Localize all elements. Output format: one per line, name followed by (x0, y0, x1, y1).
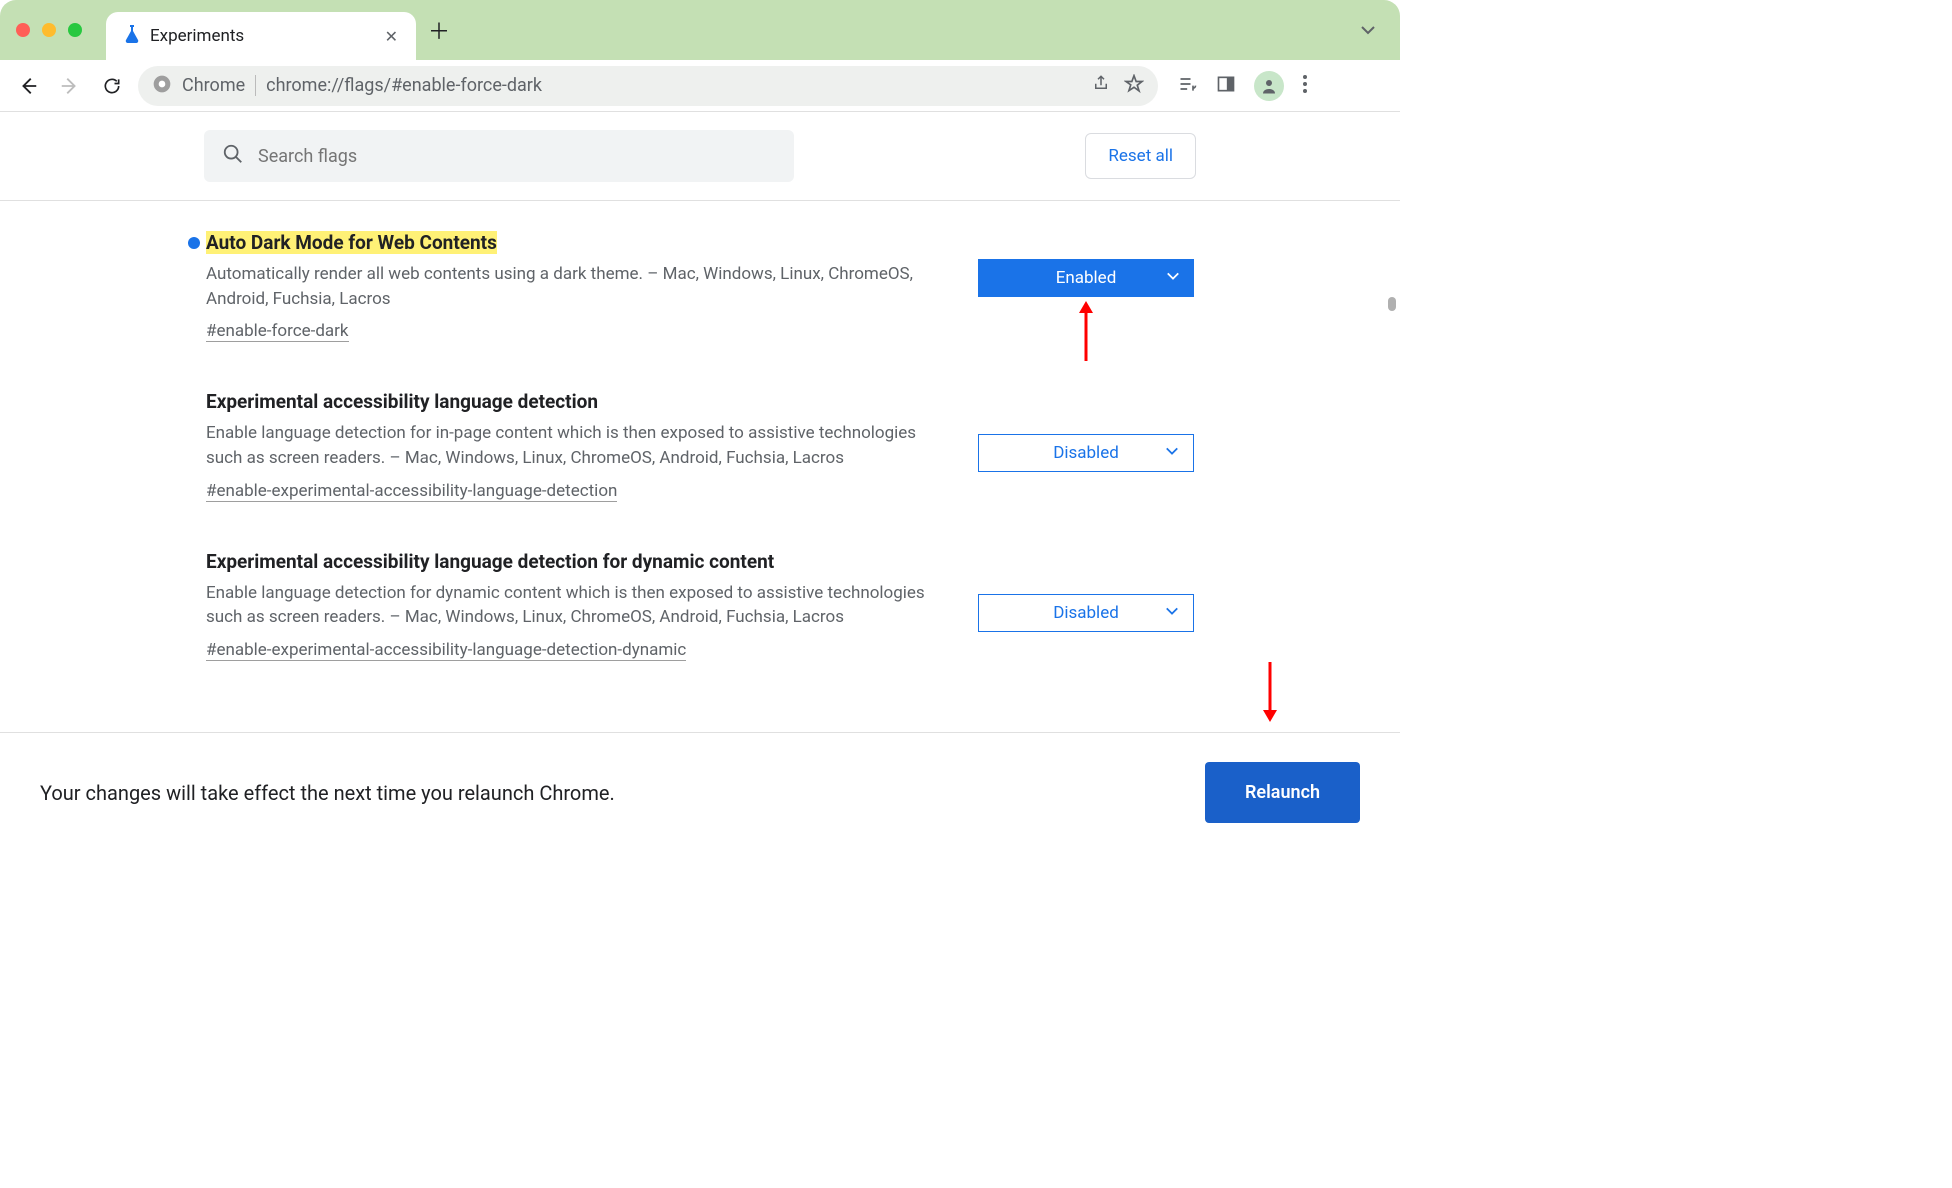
flag-title: Experimental accessibility language dete… (206, 390, 598, 413)
flag-row: Experimental accessibility language dete… (206, 390, 1194, 501)
browser-toolbar: Chrome chrome://flags/#enable-force-dark (0, 60, 1400, 112)
window-titlebar: Experiments ✕ ＋ (0, 0, 1400, 60)
relaunch-banner: Your changes will take effect the next t… (0, 732, 1400, 852)
new-tab-button[interactable]: ＋ (428, 14, 450, 46)
flag-description: Enable language detection for in-page co… (206, 421, 938, 470)
kebab-menu-icon[interactable] (1302, 74, 1308, 98)
toolbar-right-icons (1178, 71, 1308, 101)
reset-all-button[interactable]: Reset all (1085, 133, 1196, 179)
banner-message: Your changes will take effect the next t… (40, 781, 615, 805)
chevron-down-icon[interactable] (1360, 22, 1376, 42)
window-minimize-button[interactable] (42, 23, 56, 37)
chevron-down-icon (1165, 603, 1179, 623)
dropdown-value: Disabled (1053, 603, 1119, 623)
share-icon[interactable] (1092, 74, 1110, 98)
flag-anchor-link[interactable]: #enable-experimental-accessibility-langu… (206, 640, 686, 661)
forward-button[interactable] (54, 70, 86, 102)
tab-title: Experiments (150, 26, 375, 46)
traffic-lights (16, 23, 82, 37)
flask-icon (124, 25, 140, 48)
flag-dropdown[interactable]: Disabled (978, 434, 1194, 472)
window-maximize-button[interactable] (68, 23, 82, 37)
flag-title: Experimental accessibility language dete… (206, 550, 774, 573)
modified-indicator-icon (188, 237, 200, 249)
media-icon[interactable] (1178, 74, 1198, 98)
search-input[interactable] (258, 146, 776, 167)
profile-avatar[interactable] (1254, 71, 1284, 101)
flags-header: Reset all (0, 112, 1400, 201)
dropdown-value: Enabled (1056, 268, 1117, 288)
annotation-arrow-down-icon (1260, 662, 1280, 722)
chevron-down-icon (1165, 443, 1179, 463)
relaunch-button[interactable]: Relaunch (1205, 762, 1360, 823)
flag-description: Enable language detection for dynamic co… (206, 581, 938, 630)
flag-anchor-link[interactable]: #enable-experimental-accessibility-langu… (206, 481, 617, 502)
search-flags-box[interactable] (204, 130, 794, 182)
flag-dropdown[interactable]: Enabled (978, 259, 1194, 297)
flag-row: Experimental accessibility language dete… (206, 550, 1194, 661)
flag-row: Auto Dark Mode for Web Contents Automati… (206, 231, 1194, 342)
url-text: chrome://flags/#enable-force-dark (266, 75, 1082, 96)
chrome-icon (152, 74, 172, 98)
search-icon (222, 143, 244, 169)
flag-title: Auto Dark Mode for Web Contents (206, 231, 497, 254)
star-icon[interactable] (1124, 74, 1144, 98)
site-label: Chrome (182, 75, 256, 96)
annotation-arrow-up-icon (1076, 301, 1096, 361)
flags-list: Auto Dark Mode for Web Contents Automati… (190, 201, 1210, 781)
close-icon[interactable]: ✕ (385, 27, 398, 46)
flag-description: Automatically render all web contents us… (206, 262, 938, 311)
panel-icon[interactable] (1216, 74, 1236, 98)
browser-tab[interactable]: Experiments ✕ (106, 12, 416, 60)
chevron-down-icon (1166, 268, 1180, 288)
scrollbar-thumb[interactable] (1388, 297, 1396, 311)
flag-anchor-link[interactable]: #enable-force-dark (206, 321, 349, 342)
address-bar[interactable]: Chrome chrome://flags/#enable-force-dark (138, 66, 1158, 106)
dropdown-value: Disabled (1053, 443, 1119, 463)
window-close-button[interactable] (16, 23, 30, 37)
reload-button[interactable] (96, 70, 128, 102)
back-button[interactable] (12, 70, 44, 102)
flag-dropdown[interactable]: Disabled (978, 594, 1194, 632)
